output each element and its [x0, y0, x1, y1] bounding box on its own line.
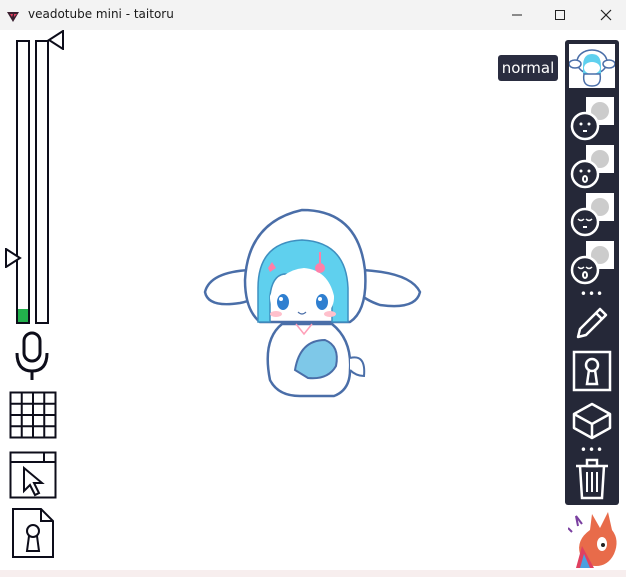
state-slot-2[interactable]	[567, 94, 617, 142]
more-tools-dots[interactable]: •••	[565, 444, 619, 456]
avatar-normal-thumbnail	[568, 49, 616, 87]
microphone-button[interactable]	[13, 331, 53, 387]
minimize-icon	[512, 14, 522, 16]
lower-threshold-handle[interactable]	[4, 248, 22, 268]
more-states-dots[interactable]: •••	[565, 288, 619, 300]
3d-box-button[interactable]	[572, 402, 612, 444]
mascot-logo	[568, 512, 617, 568]
threshold-slider-track[interactable]	[35, 40, 49, 324]
input-level-meter	[16, 40, 30, 324]
avatar-state-2-thumbnail	[570, 97, 614, 141]
avatar-image	[203, 208, 422, 398]
avatar-state-3-thumbnail	[570, 145, 614, 189]
maximize-button[interactable]	[537, 0, 583, 30]
state-slot-5[interactable]	[567, 238, 617, 286]
title-bar: veadotube mini - taitoru	[0, 0, 626, 30]
close-icon	[600, 9, 612, 21]
bottom-strip	[0, 570, 626, 577]
window-cursor-icon	[9, 451, 57, 499]
window-cursor-button[interactable]	[9, 451, 57, 503]
state-slot-3[interactable]	[567, 142, 617, 190]
state-tooltip: normal	[498, 55, 558, 81]
hotkey-button[interactable]	[572, 350, 612, 396]
avatar-state-4-thumbnail	[570, 193, 614, 237]
maximize-icon	[555, 10, 565, 20]
state-slot-4[interactable]	[567, 190, 617, 238]
trash-icon	[576, 458, 608, 500]
window-title: veadotube mini - taitoru	[28, 7, 174, 21]
box-icon	[572, 402, 612, 440]
avatar-state-5-thumbnail	[570, 241, 614, 285]
keyhole-icon	[572, 350, 612, 392]
minimize-button[interactable]	[494, 0, 540, 30]
state-slot-normal[interactable]	[567, 42, 617, 90]
edit-state-button[interactable]	[572, 303, 612, 347]
input-level-fill	[18, 309, 28, 322]
upper-threshold-handle[interactable]	[47, 30, 65, 50]
file-lock-icon	[12, 508, 54, 558]
grid-icon	[9, 391, 57, 439]
microphone-icon	[15, 331, 49, 380]
grid-button[interactable]	[9, 391, 57, 443]
delete-button[interactable]	[572, 458, 612, 504]
file-lock-button[interactable]	[11, 507, 55, 563]
app-logo-icon	[6, 8, 20, 27]
states-panel: ••• •••	[565, 40, 619, 505]
close-button[interactable]	[583, 0, 626, 30]
pencil-icon	[576, 307, 608, 339]
